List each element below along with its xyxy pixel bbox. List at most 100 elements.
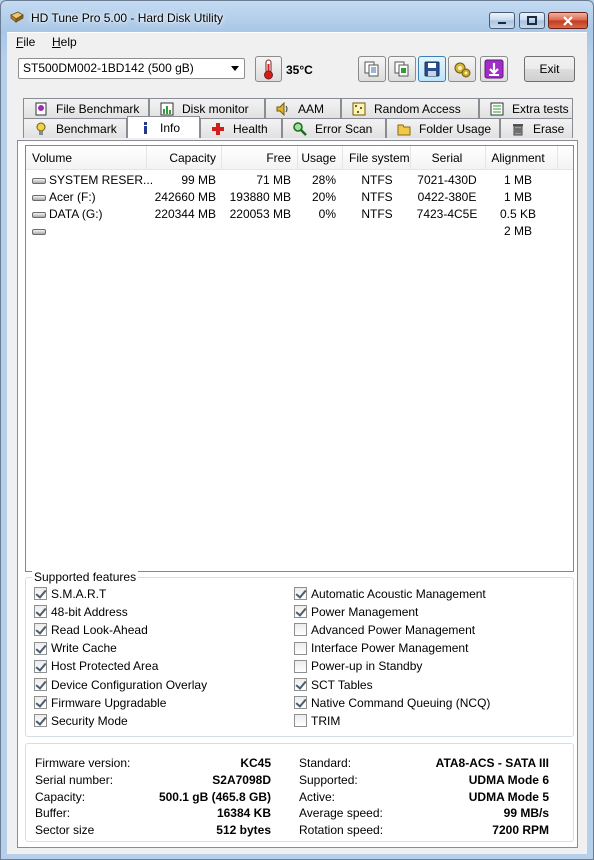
drive-icon — [32, 229, 46, 235]
volume-row[interactable]: 2 MB — [26, 223, 573, 240]
feature-checkbox[interactable]: S.M.A.R.T — [34, 586, 106, 601]
drive-icon — [32, 212, 46, 218]
feature-checkbox[interactable]: Read Look-Ahead — [34, 622, 148, 637]
checkbox-checked-icon[interactable] — [34, 641, 47, 655]
drive-details-group: Firmware version: KC45 Serial number: S2A70… — [25, 743, 574, 842]
tab-folder-usage[interactable]: Folder Usage — [386, 118, 500, 138]
extra-tests-icon — [490, 102, 504, 115]
tab-file-benchmark[interactable]: File Benchmark — [23, 98, 149, 118]
volume-row[interactable]: SYSTEM RESER... 99 MB 71 MB 28% NTFS 702… — [26, 172, 573, 189]
column-header[interactable]: Capacity — [147, 151, 216, 165]
column-header[interactable]: Serial — [411, 151, 483, 165]
feature-checkbox[interactable]: SCT Tables — [294, 677, 373, 692]
download-button[interactable] — [480, 56, 508, 82]
feature-label: Power Management — [311, 604, 419, 619]
detail-row: Buffer: 16384 KB — [35, 806, 271, 822]
volume-list[interactable]: Volume Capacity Free Usage File system S… — [25, 145, 574, 572]
exit-button[interactable]: Exit — [524, 56, 575, 82]
feature-checkbox[interactable]: Native Command Queuing (NCQ) — [294, 695, 490, 710]
column-header[interactable]: Alignment — [486, 151, 550, 165]
checkbox-checked-icon[interactable] — [34, 659, 47, 673]
volume-row[interactable]: Acer (F:) 242660 MB 193880 MB 20% NTFS 0… — [26, 189, 573, 206]
minimize-button[interactable] — [489, 12, 515, 29]
feature-checkbox[interactable]: Security Mode — [34, 713, 128, 728]
detail-key: Capacity: — [35, 789, 86, 804]
detail-row: Firmware version: KC45 — [35, 756, 271, 772]
tab-info[interactable]: Info — [127, 116, 200, 138]
options-icon — [454, 62, 471, 78]
menu-help[interactable]: Help — [52, 35, 77, 49]
volume-row[interactable]: DATA (G:) 220344 MB 220053 MB 0% NTFS 74… — [26, 206, 573, 223]
detail-key: Serial number: — [35, 772, 114, 787]
folder-icon — [397, 124, 411, 135]
checkbox-checked-icon[interactable] — [294, 696, 307, 710]
temperature-button[interactable] — [255, 56, 282, 82]
detail-row: Serial number: S2A7098D — [35, 773, 271, 789]
feature-checkbox[interactable]: Power-up in Standby — [294, 659, 422, 674]
tab-health[interactable]: Health — [200, 118, 282, 138]
checkbox-checked-icon[interactable] — [34, 678, 47, 691]
checkbox-checked-icon[interactable] — [34, 587, 47, 600]
feature-checkbox[interactable]: Firmware Upgradable — [34, 695, 166, 710]
checkbox-unchecked-icon[interactable] — [294, 714, 307, 728]
menu-file[interactable]: File — [16, 35, 35, 49]
magnifier-icon — [293, 121, 307, 136]
detail-row: Average speed: 99 MB/s — [299, 806, 549, 822]
feature-checkbox[interactable]: Interface Power Management — [294, 641, 468, 656]
checkbox-checked-icon[interactable] — [294, 587, 307, 600]
column-header[interactable]: Usage — [298, 151, 336, 165]
feature-checkbox[interactable]: Host Protected Area — [34, 659, 158, 674]
title-bar[interactable]: HD Tune Pro 5.00 - Hard Disk Utility — [1, 1, 593, 31]
feature-checkbox[interactable]: TRIM — [294, 713, 340, 728]
checkbox-unchecked-icon[interactable] — [294, 641, 307, 655]
chevron-down-icon — [231, 66, 239, 71]
copy-text-icon — [394, 61, 409, 77]
feature-label: Native Command Queuing (NCQ) — [311, 695, 491, 710]
feature-checkbox[interactable]: Advanced Power Management — [294, 622, 475, 637]
column-header[interactable]: File system — [349, 151, 410, 165]
close-icon — [563, 15, 573, 26]
feature-label: SCT Tables — [311, 677, 373, 692]
disk-monitor-icon — [160, 102, 174, 115]
tab-extra-tests[interactable]: Extra tests — [479, 98, 573, 118]
column-header[interactable]: Free — [222, 151, 291, 165]
tab-benchmark[interactable]: Benchmark — [23, 118, 127, 138]
tab-random-access[interactable]: Random Access — [341, 98, 479, 118]
checkbox-checked-icon[interactable] — [294, 678, 307, 691]
tab-aam[interactable]: AAM — [265, 98, 341, 118]
checkbox-checked-icon[interactable] — [294, 605, 307, 619]
detail-key: Standard: — [299, 756, 352, 770]
tab-erase[interactable]: Erase — [500, 118, 573, 138]
feature-checkbox[interactable]: Power Management — [294, 604, 418, 619]
checkbox-checked-icon[interactable] — [34, 714, 47, 728]
drive-select[interactable]: ST500DM002-1BD142 (500 gB) — [18, 58, 245, 79]
copy-text-button[interactable] — [388, 56, 416, 82]
feature-checkbox[interactable]: Device Configuration Overlay — [34, 677, 207, 692]
checkbox-unchecked-icon[interactable] — [294, 623, 307, 637]
detail-row: Standard: ATA8-ACS - SATA III — [299, 756, 549, 772]
tab-error-scan[interactable]: Error Scan — [282, 118, 386, 138]
copy-icon — [364, 61, 379, 77]
feature-checkbox[interactable]: 48-bit Address — [34, 604, 128, 619]
feature-label: Security Mode — [51, 713, 128, 728]
checkbox-checked-icon[interactable] — [34, 623, 47, 637]
close-button[interactable] — [548, 12, 588, 29]
menu-bar: File Help — [7, 32, 587, 52]
save-button[interactable] — [418, 56, 446, 82]
detail-row: Active: UDMA Mode 5 — [299, 790, 549, 806]
options-button[interactable] — [448, 56, 476, 82]
maximize-button[interactable] — [519, 12, 545, 29]
column-header[interactable]: Volume — [32, 151, 72, 165]
copy-button[interactable] — [358, 56, 386, 82]
checkbox-unchecked-icon[interactable] — [294, 659, 307, 673]
thermometer-icon — [264, 59, 273, 80]
checkbox-checked-icon[interactable] — [34, 696, 47, 710]
feature-checkbox[interactable]: Write Cache — [34, 641, 117, 656]
tab-disk-monitor[interactable]: Disk monitor — [149, 98, 265, 118]
checkbox-checked-icon[interactable] — [34, 605, 47, 619]
minimize-icon — [498, 21, 506, 24]
lightbulb-icon — [36, 122, 46, 135]
detail-key: Rotation speed: — [299, 823, 384, 838]
feature-checkbox[interactable]: Automatic Acoustic Management — [294, 586, 486, 601]
detail-value: 99 MB/s — [503, 806, 549, 821]
